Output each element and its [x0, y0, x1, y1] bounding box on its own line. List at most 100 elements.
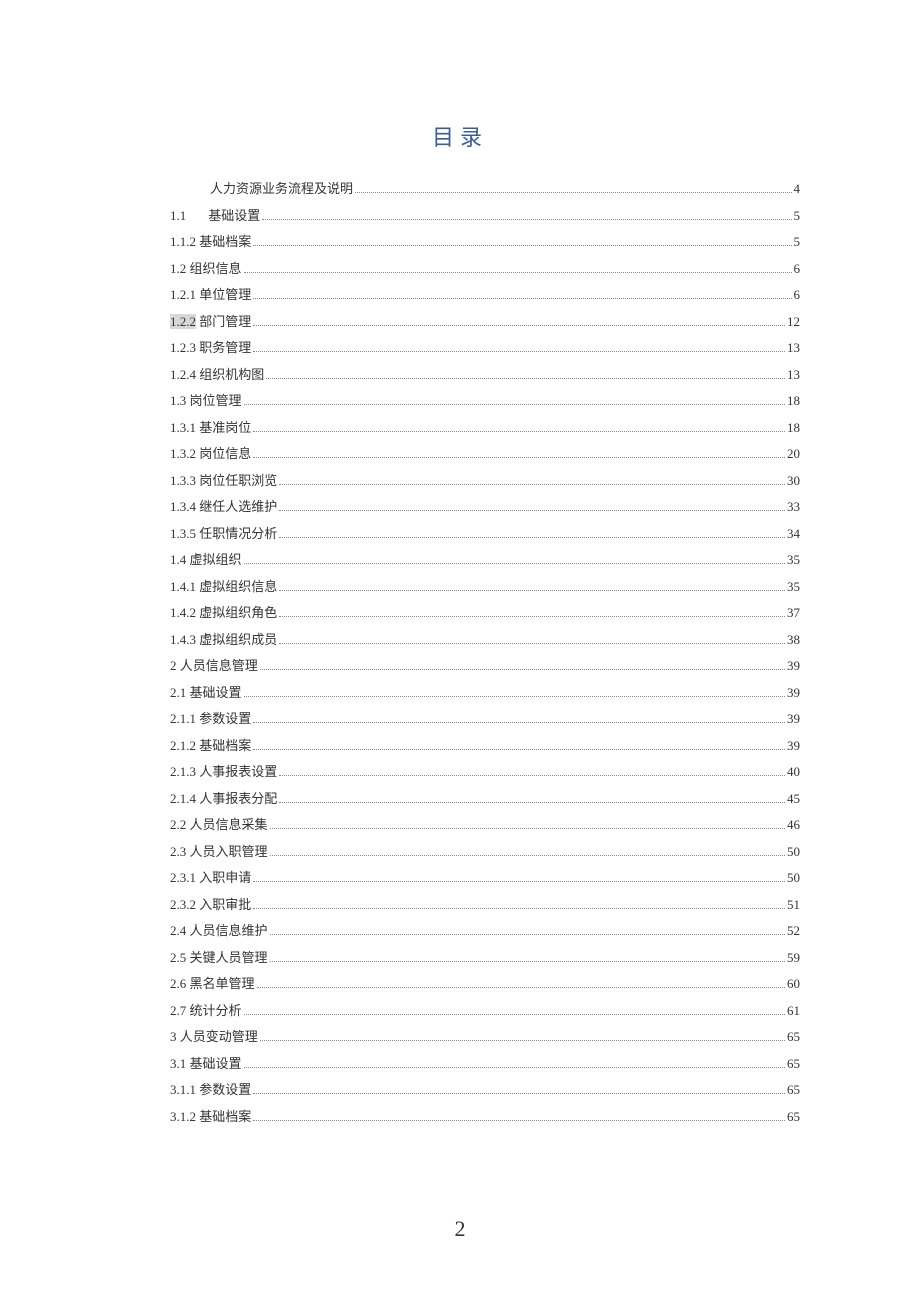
- toc-leader-dots: [253, 749, 785, 750]
- toc-leader-dots: [244, 563, 785, 564]
- toc-entry-page: 35: [787, 553, 800, 566]
- toc-entry-label: 2.1 基础设置: [170, 686, 242, 699]
- toc-entry-page: 30: [787, 474, 800, 487]
- toc-leader-dots: [279, 643, 785, 644]
- toc-entry[interactable]: 1.3.4 继任人选维护33: [170, 500, 800, 527]
- toc-leader-dots: [253, 245, 791, 246]
- toc-entry-number: 1.2.3: [170, 340, 199, 355]
- toc-entry-page: 33: [787, 500, 800, 513]
- toc-entry[interactable]: 2.1.4 人事报表分配 45: [170, 792, 800, 819]
- toc-entry-label: 人力资源业务流程及说明: [170, 182, 353, 195]
- toc-entry-text: 关键人员管理: [190, 950, 268, 965]
- toc-entry[interactable]: 2.3 人员入职管理50: [170, 845, 800, 872]
- toc-entry-number: 1.4: [170, 552, 190, 567]
- toc-entry-page: 12: [787, 315, 800, 328]
- toc-entry-number: 2.6: [170, 976, 190, 991]
- toc-entry[interactable]: 2.1.3 人事报表设置40: [170, 765, 800, 792]
- toc-entry[interactable]: 3.1.1 参数设置65: [170, 1083, 800, 1110]
- toc-entry-text: 人员信息采集: [190, 817, 268, 832]
- toc-entry-number: 1.2.2: [170, 314, 196, 329]
- toc-entry-label: 2.1.1 参数设置: [170, 712, 251, 725]
- toc-entry-text: 基础设置: [190, 685, 242, 700]
- toc-entry-number: 2.4: [170, 923, 190, 938]
- toc-entry-number: 2.1.4: [170, 791, 199, 806]
- toc-entry[interactable]: 2.1.2 基础档案 39: [170, 739, 800, 766]
- toc-leader-dots: [253, 325, 785, 326]
- toc-entry[interactable]: 1.2.1 单位管理6: [170, 288, 800, 315]
- toc-leader-dots: [279, 510, 785, 511]
- toc-leader-dots: [279, 775, 785, 776]
- table-of-contents: 人力资源业务流程及说明41.1基础设置51.1.2 基础档案51.2 组织信息6…: [170, 182, 800, 1136]
- toc-entry-page: 4: [794, 182, 801, 195]
- toc-entry[interactable]: 1.4.2 虚拟组织角色37: [170, 606, 800, 633]
- toc-entry-number: 2.3.2: [170, 897, 199, 912]
- toc-entry-page: 39: [787, 739, 800, 752]
- toc-entry[interactable]: 2 人员信息管理39: [170, 659, 800, 686]
- toc-entry-text: 组织信息: [190, 261, 242, 276]
- toc-entry-text: 部门管理: [196, 314, 251, 329]
- toc-entry[interactable]: 2.7 统计分析61: [170, 1004, 800, 1031]
- toc-entry-number: 2.1.2: [170, 738, 199, 753]
- toc-entry-text: 基础档案: [199, 234, 251, 249]
- toc-entry-page: 13: [787, 341, 800, 354]
- toc-leader-dots: [253, 431, 785, 432]
- toc-entry-label: 2.5 关键人员管理: [170, 951, 268, 964]
- toc-entry-number: 1.3.5: [170, 526, 199, 541]
- toc-entry-number: 1.2: [170, 261, 190, 276]
- toc-leader-dots: [253, 722, 785, 723]
- toc-entry-number: 1.4.1: [170, 579, 199, 594]
- toc-entry-text: 组织机构图: [199, 367, 264, 382]
- toc-entry[interactable]: 3 人员变动管理65: [170, 1030, 800, 1057]
- toc-entry[interactable]: 1.1.2 基础档案5: [170, 235, 800, 262]
- toc-entry[interactable]: 1.3.5 任职情况分析34: [170, 527, 800, 554]
- toc-entry[interactable]: 1.3.2 岗位信息20: [170, 447, 800, 474]
- toc-entry-label: 1.4.2 虚拟组织角色: [170, 606, 277, 619]
- toc-entry[interactable]: 1.2.4 组织机构图13: [170, 368, 800, 395]
- toc-entry[interactable]: 1.2.3 职务管理 13: [170, 341, 800, 368]
- toc-entry-page: 34: [787, 527, 800, 540]
- toc-entry[interactable]: 2.3.1 入职申请50: [170, 871, 800, 898]
- toc-entry[interactable]: 1.1基础设置5: [170, 209, 800, 236]
- toc-entry[interactable]: 1.3.3 岗位任职浏览 30: [170, 474, 800, 501]
- toc-leader-dots: [279, 537, 785, 538]
- toc-entry[interactable]: 2.3.2 入职审批51: [170, 898, 800, 925]
- toc-entry-number: 1.2.4: [170, 367, 199, 382]
- toc-entry[interactable]: 2.2 人员信息采集46: [170, 818, 800, 845]
- toc-entry-number: 1.1: [170, 208, 186, 223]
- toc-entry-label: 3 人员变动管理: [170, 1030, 258, 1043]
- toc-entry[interactable]: 1.3 岗位管理18: [170, 394, 800, 421]
- toc-entry-text: 入职审批: [199, 897, 251, 912]
- toc-entry[interactable]: 1.4.3 虚拟组织成员38: [170, 633, 800, 660]
- toc-leader-dots: [270, 855, 785, 856]
- toc-entry-text: 继任人选维护: [199, 499, 277, 514]
- toc-entry-label: 1.4.1 虚拟组织信息: [170, 580, 277, 593]
- toc-entry[interactable]: 2.1.1 参数设置39: [170, 712, 800, 739]
- toc-entry[interactable]: 人力资源业务流程及说明 4: [170, 182, 800, 209]
- toc-entry-page: 65: [787, 1083, 800, 1096]
- toc-entry[interactable]: 2.6 黑名单管理60: [170, 977, 800, 1004]
- toc-entry-page: 45: [787, 792, 800, 805]
- toc-entry-number: 1.1.2: [170, 234, 199, 249]
- toc-entry[interactable]: 2.4 人员信息维护52: [170, 924, 800, 951]
- toc-entry-text: 人事报表分配: [199, 791, 277, 806]
- toc-leader-dots: [253, 1120, 785, 1121]
- toc-entry[interactable]: 1.4 虚拟组织35: [170, 553, 800, 580]
- toc-entry-label: 1.3.3 岗位任职浏览: [170, 474, 277, 487]
- toc-entry-text: 基础档案: [199, 738, 251, 753]
- toc-entry-label: 2.3 人员入职管理: [170, 845, 268, 858]
- toc-entry[interactable]: 3.1 基础设置65: [170, 1057, 800, 1084]
- toc-entry[interactable]: 1.3.1 基准岗位18: [170, 421, 800, 448]
- toc-leader-dots: [253, 1093, 785, 1094]
- toc-entry[interactable]: 2.5 关键人员管理59: [170, 951, 800, 978]
- toc-entry[interactable]: 1.2 组织信息6: [170, 262, 800, 289]
- toc-entry-page: 18: [787, 394, 800, 407]
- toc-leader-dots: [270, 828, 785, 829]
- toc-entry[interactable]: 1.2.2 部门管理 12: [170, 315, 800, 342]
- toc-entry[interactable]: 3.1.2 基础档案65: [170, 1110, 800, 1137]
- toc-entry-page: 20: [787, 447, 800, 460]
- toc-leader-dots: [270, 934, 785, 935]
- toc-entry-text: 职务管理: [199, 340, 251, 355]
- toc-entry[interactable]: 1.4.1 虚拟组织信息35: [170, 580, 800, 607]
- toc-entry[interactable]: 2.1 基础设置39: [170, 686, 800, 713]
- toc-leader-dots: [253, 457, 785, 458]
